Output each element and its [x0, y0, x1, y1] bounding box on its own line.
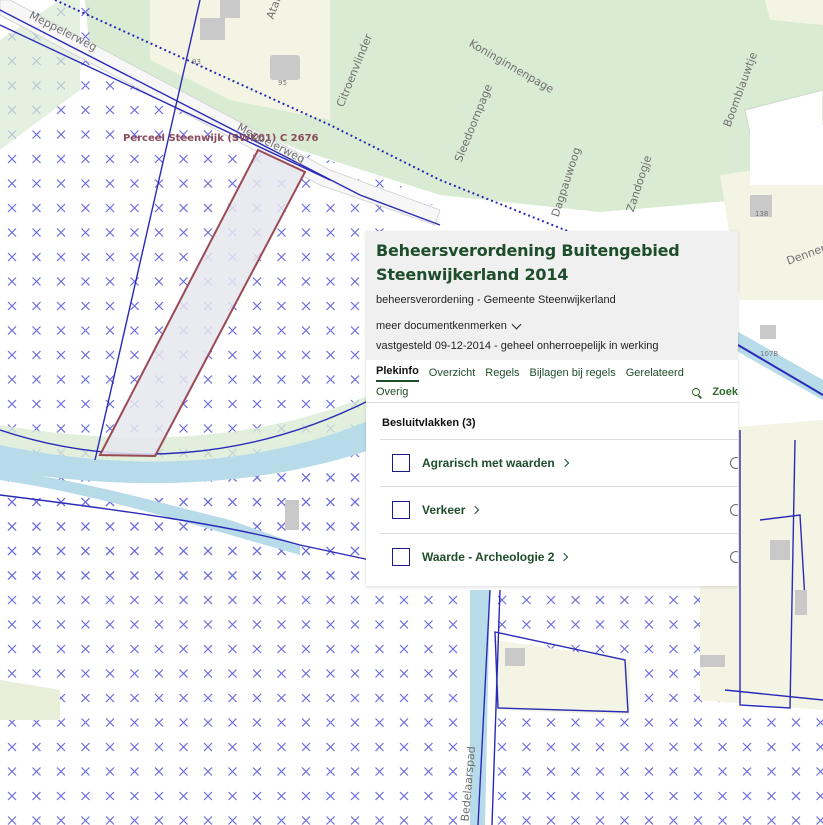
panel-tabs-row-2: Overig Zoek — [366, 382, 738, 403]
chevron-right-icon — [560, 458, 569, 467]
list-item: Agrarisch met waarden — [380, 439, 738, 486]
plane-link-agrarisch[interactable]: Agrarisch met waarden — [422, 456, 555, 470]
house-number: 107B — [760, 350, 779, 358]
visibility-toggle[interactable] — [730, 457, 738, 469]
panel-tabs: Plekinfo Overzicht Regels Bijlagen bij r… — [366, 360, 738, 382]
chevron-down-icon — [511, 319, 522, 329]
panel-header: Beheersverordening Buitengebied Steenwij… — [366, 231, 738, 360]
search-button[interactable]: Zoek — [692, 386, 738, 398]
list-item: Waarde - Archeologie 2 — [380, 533, 738, 580]
tab-plekinfo[interactable]: Plekinfo — [376, 365, 419, 382]
more-document-properties-toggle[interactable]: meer documentkenmerken — [376, 319, 728, 332]
tab-regels[interactable]: Regels — [485, 367, 519, 382]
parcel-label: Perceel Steenwijk (SWK01) C 2676 — [123, 133, 319, 144]
chevron-right-icon — [560, 552, 569, 561]
legend-square-icon — [392, 501, 410, 519]
tab-gerelateerd[interactable]: Gerelateerd — [626, 367, 684, 382]
chevron-right-icon — [471, 505, 480, 514]
legend-square-icon — [392, 454, 410, 472]
plan-info-panel: Beheersverordening Buitengebied Steenwij… — [366, 231, 738, 586]
search-label: Zoek — [712, 386, 738, 398]
more-document-properties-label: meer documentkenmerken — [376, 320, 507, 332]
legend-square-icon — [392, 548, 410, 566]
tab-bijlagen[interactable]: Bijlagen bij regels — [530, 367, 616, 382]
visibility-toggle[interactable] — [730, 504, 738, 516]
list-item: Verkeer — [380, 486, 738, 533]
search-icon — [692, 388, 701, 396]
house-number: 95 — [278, 79, 287, 87]
visibility-toggle[interactable] — [730, 551, 738, 563]
plan-title: Beheersverordening Buitengebied Steenwij… — [376, 241, 680, 284]
plan-subtitle: beheersverordening - Gemeente Steenwijke… — [376, 294, 616, 306]
plan-status: vastgesteld 09-12-2014 - geheel onherroe… — [376, 340, 659, 352]
plane-link-verkeer[interactable]: Verkeer — [422, 503, 465, 517]
tab-overig[interactable]: Overig — [376, 386, 408, 398]
house-number: 93 — [192, 58, 201, 66]
tab-overzicht[interactable]: Overzicht — [429, 367, 475, 382]
house-number: 138 — [755, 210, 769, 218]
plane-link-archeologie[interactable]: Waarde - Archeologie 2 — [422, 550, 554, 564]
section-title: Besluitvlakken (3) — [382, 417, 476, 429]
